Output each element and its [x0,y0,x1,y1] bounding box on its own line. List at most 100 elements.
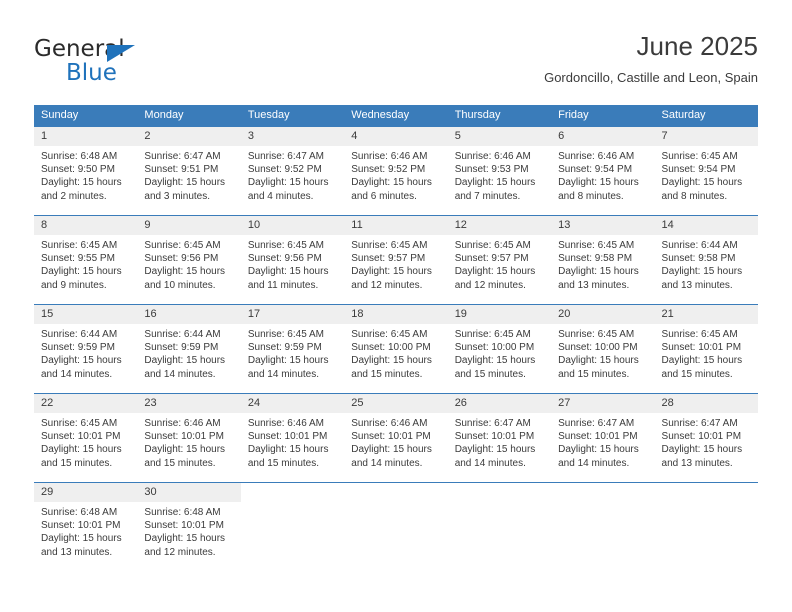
page-subtitle: Gordoncillo, Castille and Leon, Spain [544,70,758,85]
weekday-header-thursday: Thursday [447,105,552,127]
day-details: Sunrise: 6:47 AM Sunset: 10:01 PM Daylight… [655,413,758,470]
sunrise-text: Sunrise: 6:46 AM [454,151,531,162]
sunset-text: Sunset: 9:56 PM [144,253,219,265]
calendar-day-cell[interactable]: 29 Sunrise: 6:48 AM Sunset: 10:01 PM Daylig… [34,482,138,571]
calendar-week-row: 29 Sunrise: 6:48 AM Sunset: 10:01 PM Daylig… [34,482,758,571]
day-cell-content: 21 Sunrise: 6:45 AM Sunset: 10:01 PM Daylig… [654,305,758,393]
day-cell-content: 20 Sunrise: 6:45 AM Sunset: 10:00 PM Daylig… [551,305,655,393]
calendar-page: General Blue June 2025 Gordoncillo, Cast… [0,0,792,612]
sunrise-text: Sunrise: 6:47 AM [661,418,738,429]
title-block: June 2025 Gordoncillo, Castille and Leon… [544,30,758,87]
day-cell-content [241,483,344,571]
sunset-text: Sunset: 9:56 PM [247,253,322,265]
calendar-day-cell[interactable]: 28 Sunrise: 6:47 AM Sunset: 10:01 PM Daylig… [654,393,758,483]
day-cell-content: 27 Sunrise: 6:47 AM Sunset: 10:01 PM Daylig… [551,394,655,482]
calendar-day-cell[interactable]: 3 Sunrise: 6:47 AM Sunset: 9:52 PM Daylight… [240,126,345,216]
day-details: Sunrise: 6:46 AM Sunset: 10:01 PM Daylight… [137,413,240,470]
day-number: 25 [344,394,448,413]
day-details: Sunrise: 6:47 AM Sunset: 9:52 PM Daylight:… [241,146,344,203]
calendar-day-cell[interactable]: 19 Sunrise: 6:45 AM Sunset: 10:00 PM Daylig… [447,304,552,394]
sunrise-text: Sunrise: 6:46 AM [144,418,221,429]
calendar-day-cell[interactable]: 9 Sunrise: 6:45 AM Sunset: 9:56 PM Daylight… [137,215,241,305]
sunset-text: Sunset: 9:53 PM [454,164,529,176]
day-cell-content: 23 Sunrise: 6:46 AM Sunset: 10:01 PM Daylig… [137,394,241,482]
sunrise-text: Sunrise: 6:45 AM [661,329,738,340]
calendar-day-cell[interactable]: 8 Sunrise: 6:45 AM Sunset: 9:55 PM Daylight… [34,215,138,305]
calendar-day-cell[interactable]: 16 Sunrise: 6:44 AM Sunset: 9:59 PM Dayligh… [137,304,241,394]
daylight-text: Daylight: 15 hours and 14 minutes. [351,444,432,469]
calendar-day-cell[interactable]: 17 Sunrise: 6:45 AM Sunset: 9:59 PM Dayligh… [240,304,345,394]
calendar-day-cell[interactable]: 1 Sunrise: 6:48 AM Sunset: 9:50 PM Daylight… [34,126,138,216]
sunset-text: Sunset: 10:01 PM [144,431,224,443]
calendar-day-cell[interactable]: 10 Sunrise: 6:45 AM Sunset: 9:56 PM Dayligh… [240,215,345,305]
sunrise-text: Sunrise: 6:47 AM [144,151,221,162]
calendar-day-cell[interactable]: 12 Sunrise: 6:45 AM Sunset: 9:57 PM Dayligh… [447,215,552,305]
day-cell-content: 3 Sunrise: 6:47 AM Sunset: 9:52 PM Daylight… [240,127,345,215]
calendar-day-cell[interactable]: 13 Sunrise: 6:45 AM Sunset: 9:58 PM Dayligh… [551,215,655,305]
calendar-week-row: 8 Sunrise: 6:45 AM Sunset: 9:55 PM Daylight… [34,215,758,305]
day-cell-content: 17 Sunrise: 6:45 AM Sunset: 9:59 PM Dayligh… [240,305,345,393]
daylight-text: Daylight: 15 hours and 15 minutes. [661,355,743,380]
calendar-day-cell[interactable]: 18 Sunrise: 6:45 AM Sunset: 10:00 PM Daylig… [344,304,448,394]
calendar-day-cell[interactable]: 6 Sunrise: 6:46 AM Sunset: 9:54 PM Daylight… [551,126,655,216]
sunrise-text: Sunrise: 6:45 AM [351,240,428,251]
calendar-day-cell[interactable]: 26 Sunrise: 6:47 AM Sunset: 10:01 PM Daylig… [447,393,552,483]
day-details: Sunrise: 6:45 AM Sunset: 9:56 PM Daylight:… [241,235,344,292]
day-cell-content: 18 Sunrise: 6:45 AM Sunset: 10:00 PM Daylig… [344,305,448,393]
sunset-text: Sunset: 9:58 PM [661,253,736,265]
daylight-text: Daylight: 15 hours and 15 minutes. [351,355,432,380]
day-cell-content: 26 Sunrise: 6:47 AM Sunset: 10:01 PM Daylig… [447,394,552,482]
calendar-day-cell[interactable]: 15 Sunrise: 6:44 AM Sunset: 9:59 PM Dayligh… [34,304,138,394]
day-number: 1 [34,127,138,146]
calendar-day-cell[interactable]: 2 Sunrise: 6:47 AM Sunset: 9:51 PM Daylight… [137,126,241,216]
daylight-text: Daylight: 15 hours and 15 minutes. [247,444,329,469]
daylight-text: Daylight: 15 hours and 10 minutes. [144,266,226,291]
calendar-empty-cell [654,482,758,571]
day-number: 7 [654,127,758,146]
day-cell-content [655,483,758,571]
daylight-text: Daylight: 15 hours and 12 minutes. [144,533,226,558]
day-details: Sunrise: 6:44 AM Sunset: 9:58 PM Daylight:… [655,235,758,292]
daylight-text: Daylight: 15 hours and 11 minutes. [247,266,329,291]
weekday-header-monday: Monday [137,105,241,127]
calendar-day-cell[interactable]: 20 Sunrise: 6:45 AM Sunset: 10:00 PM Daylig… [551,304,655,394]
calendar-day-cell[interactable]: 4 Sunrise: 6:46 AM Sunset: 9:52 PM Daylight… [344,126,448,216]
weekday-header-row: Sunday Monday Tuesday Wednesday Thursday… [34,105,758,127]
sunset-text: Sunset: 9:57 PM [454,253,529,265]
sunrise-text: Sunrise: 6:47 AM [247,151,324,162]
calendar-day-cell[interactable]: 27 Sunrise: 6:47 AM Sunset: 10:01 PM Daylig… [551,393,655,483]
sunrise-text: Sunrise: 6:46 AM [558,151,635,162]
calendar-day-cell[interactable]: 24 Sunrise: 6:46 AM Sunset: 10:01 PM Daylig… [240,393,345,483]
general-blue-logo[interactable]: General Blue [34,36,244,92]
calendar-day-cell[interactable]: 30 Sunrise: 6:48 AM Sunset: 10:01 PM Daylig… [137,482,241,571]
calendar-body: 1 Sunrise: 6:48 AM Sunset: 9:50 PM Daylight… [34,126,758,571]
calendar-day-cell[interactable]: 25 Sunrise: 6:46 AM Sunset: 10:01 PM Daylig… [344,393,448,483]
daylight-text: Daylight: 15 hours and 3 minutes. [144,177,226,202]
day-details: Sunrise: 6:46 AM Sunset: 9:52 PM Daylight:… [344,146,447,203]
calendar-day-cell[interactable]: 14 Sunrise: 6:44 AM Sunset: 9:58 PM Dayligh… [654,215,758,305]
calendar-day-cell[interactable]: 7 Sunrise: 6:45 AM Sunset: 9:54 PM Daylight… [654,126,758,216]
sunset-text: Sunset: 9:58 PM [558,253,633,265]
day-details: Sunrise: 6:45 AM Sunset: 9:56 PM Daylight:… [137,235,240,292]
day-cell-content: 10 Sunrise: 6:45 AM Sunset: 9:56 PM Dayligh… [240,216,345,304]
day-cell-content [344,483,447,571]
sunrise-text: Sunrise: 6:47 AM [454,418,531,429]
day-number [241,483,344,502]
daylight-text: Daylight: 15 hours and 14 minutes. [41,355,122,380]
day-details: Sunrise: 6:47 AM Sunset: 10:01 PM Daylight… [448,413,551,470]
day-number: 2 [137,127,241,146]
calendar-day-cell[interactable]: 11 Sunrise: 6:45 AM Sunset: 9:57 PM Dayligh… [344,215,448,305]
sunset-text: Sunset: 10:01 PM [661,342,742,354]
day-cell-content: 22 Sunrise: 6:45 AM Sunset: 10:01 PM Daylig… [34,394,138,482]
day-number: 18 [344,305,448,324]
day-number: 15 [34,305,138,324]
sunrise-text: Sunrise: 6:45 AM [144,240,221,251]
daylight-text: Daylight: 15 hours and 14 minutes. [454,444,536,469]
sunrise-text: Sunrise: 6:45 AM [454,329,531,340]
sunrise-text: Sunrise: 6:48 AM [144,507,221,518]
calendar-day-cell[interactable]: 21 Sunrise: 6:45 AM Sunset: 10:01 PM Daylig… [654,304,758,394]
calendar-day-cell[interactable]: 5 Sunrise: 6:46 AM Sunset: 9:53 PM Daylight… [447,126,552,216]
day-details: Sunrise: 6:48 AM Sunset: 9:50 PM Daylight:… [34,146,137,203]
calendar-day-cell[interactable]: 23 Sunrise: 6:46 AM Sunset: 10:01 PM Daylig… [137,393,241,483]
calendar-day-cell[interactable]: 22 Sunrise: 6:45 AM Sunset: 10:01 PM Daylig… [34,393,138,483]
